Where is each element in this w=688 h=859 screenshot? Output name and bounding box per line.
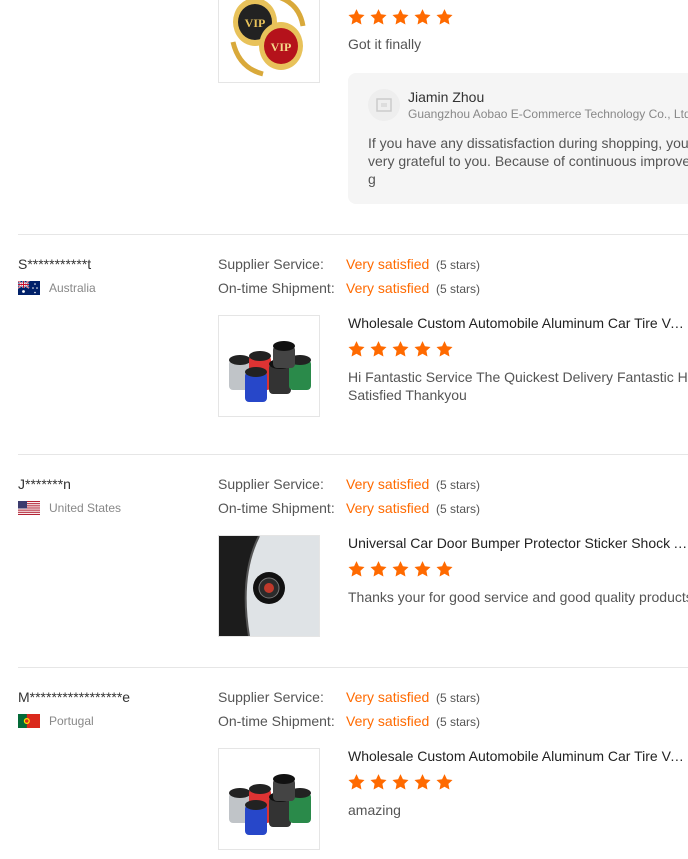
star-icon xyxy=(370,561,387,577)
supplier-service-label: Supplier Service: xyxy=(218,256,324,272)
star-icon xyxy=(414,561,431,577)
product-title[interactable]: Wholesale Custom Automobile Aluminum Car… xyxy=(348,315,688,331)
star-icon xyxy=(348,774,365,790)
star-icon xyxy=(436,774,453,790)
star-icon xyxy=(414,774,431,790)
valve-caps-image xyxy=(229,774,311,835)
star-icon xyxy=(370,9,387,25)
country-name: United States xyxy=(49,501,122,515)
supplier-service-stars: (5 stars) xyxy=(436,258,481,272)
shipment-value: Very satisfied xyxy=(346,713,430,729)
supplier-service-label: Supplier Service: xyxy=(218,689,324,705)
star-icon xyxy=(436,341,453,357)
shipment-stars: (5 stars) xyxy=(436,715,481,729)
supplier-service-value: Very satisfied xyxy=(346,476,430,492)
supplier-service-value: Very satisfied xyxy=(346,256,430,272)
svg-text:VIP: VIP xyxy=(245,16,266,30)
reviewer-country: Australia xyxy=(18,281,96,295)
review-text: Got it finally xyxy=(348,36,422,52)
star-icon xyxy=(392,774,409,790)
product-thumbnail-vip[interactable]: VIP VIP xyxy=(218,0,320,83)
country-name: Portugal xyxy=(49,714,94,728)
shipment-stars: (5 stars) xyxy=(436,282,481,296)
product-thumbnail[interactable] xyxy=(218,535,320,637)
star-icon xyxy=(348,341,365,357)
product-thumbnail[interactable] xyxy=(218,315,320,417)
review-text: Thanks your for good service and good qu… xyxy=(348,589,688,605)
reply-author-name: Jiamin Zhou xyxy=(408,89,485,105)
star-icon xyxy=(370,774,387,790)
shipment-value: Very satisfied xyxy=(346,280,430,296)
store-icon xyxy=(376,98,392,112)
country-name: Australia xyxy=(49,281,96,295)
star-icon xyxy=(414,341,431,357)
reviewer-name: M*****************e xyxy=(18,689,131,705)
review-text: Hi Fantastic Service The Quickest Delive… xyxy=(348,369,688,403)
valve-caps-image xyxy=(229,341,311,402)
star-icon xyxy=(392,341,409,357)
star-icon xyxy=(392,561,409,577)
shipment-label: On-time Shipment: xyxy=(218,500,335,516)
rating-stars xyxy=(347,560,454,578)
shipment-stars: (5 stars) xyxy=(436,502,481,516)
review-text: amazing xyxy=(348,802,401,818)
product-title[interactable]: Universal Car Door Bumper Protector Stic… xyxy=(348,535,688,551)
rating-stars xyxy=(347,8,454,26)
rating-stars xyxy=(347,340,454,358)
usa-flag-icon xyxy=(18,501,40,515)
reviewer-name: S***********t xyxy=(18,256,92,272)
star-icon xyxy=(436,9,453,25)
vip-badges-image: VIP VIP xyxy=(230,0,306,77)
rating-stars xyxy=(347,773,454,791)
shipment-label: On-time Shipment: xyxy=(218,280,335,296)
reviewer-name: J*******n xyxy=(18,476,71,492)
product-thumbnail[interactable] xyxy=(218,748,320,850)
star-icon xyxy=(392,9,409,25)
star-icon xyxy=(414,9,431,25)
reply-company-name: Guangzhou Aobao E-Commerce Technology Co… xyxy=(408,107,688,121)
avatar xyxy=(368,89,400,121)
svg-text:VIP: VIP xyxy=(271,40,292,54)
review-divider xyxy=(18,667,688,668)
supplier-service-stars: (5 stars) xyxy=(436,691,481,705)
review-divider xyxy=(18,234,688,235)
product-title[interactable]: Wholesale Custom Automobile Aluminum Car… xyxy=(348,748,688,764)
review-divider xyxy=(18,454,688,455)
reviewer-country: Portugal xyxy=(18,714,94,728)
supplier-service-value: Very satisfied xyxy=(346,689,430,705)
shipment-label: On-time Shipment: xyxy=(218,713,335,729)
reviewer-country: United States xyxy=(18,501,121,515)
star-icon xyxy=(348,9,365,25)
supplier-service-stars: (5 stars) xyxy=(436,478,481,492)
star-icon xyxy=(436,561,453,577)
australia-flag-icon xyxy=(18,281,40,295)
portugal-flag-icon xyxy=(18,714,40,728)
star-icon xyxy=(370,341,387,357)
star-icon xyxy=(348,561,365,577)
supplier-reply: Jiamin Zhou Guangzhou Aobao E-Commerce T… xyxy=(348,73,688,204)
reply-text: If you have any dissatisfaction during s… xyxy=(368,135,688,187)
shipment-value: Very satisfied xyxy=(346,500,430,516)
supplier-service-label: Supplier Service: xyxy=(218,476,324,492)
door-bumper-image xyxy=(219,536,319,636)
